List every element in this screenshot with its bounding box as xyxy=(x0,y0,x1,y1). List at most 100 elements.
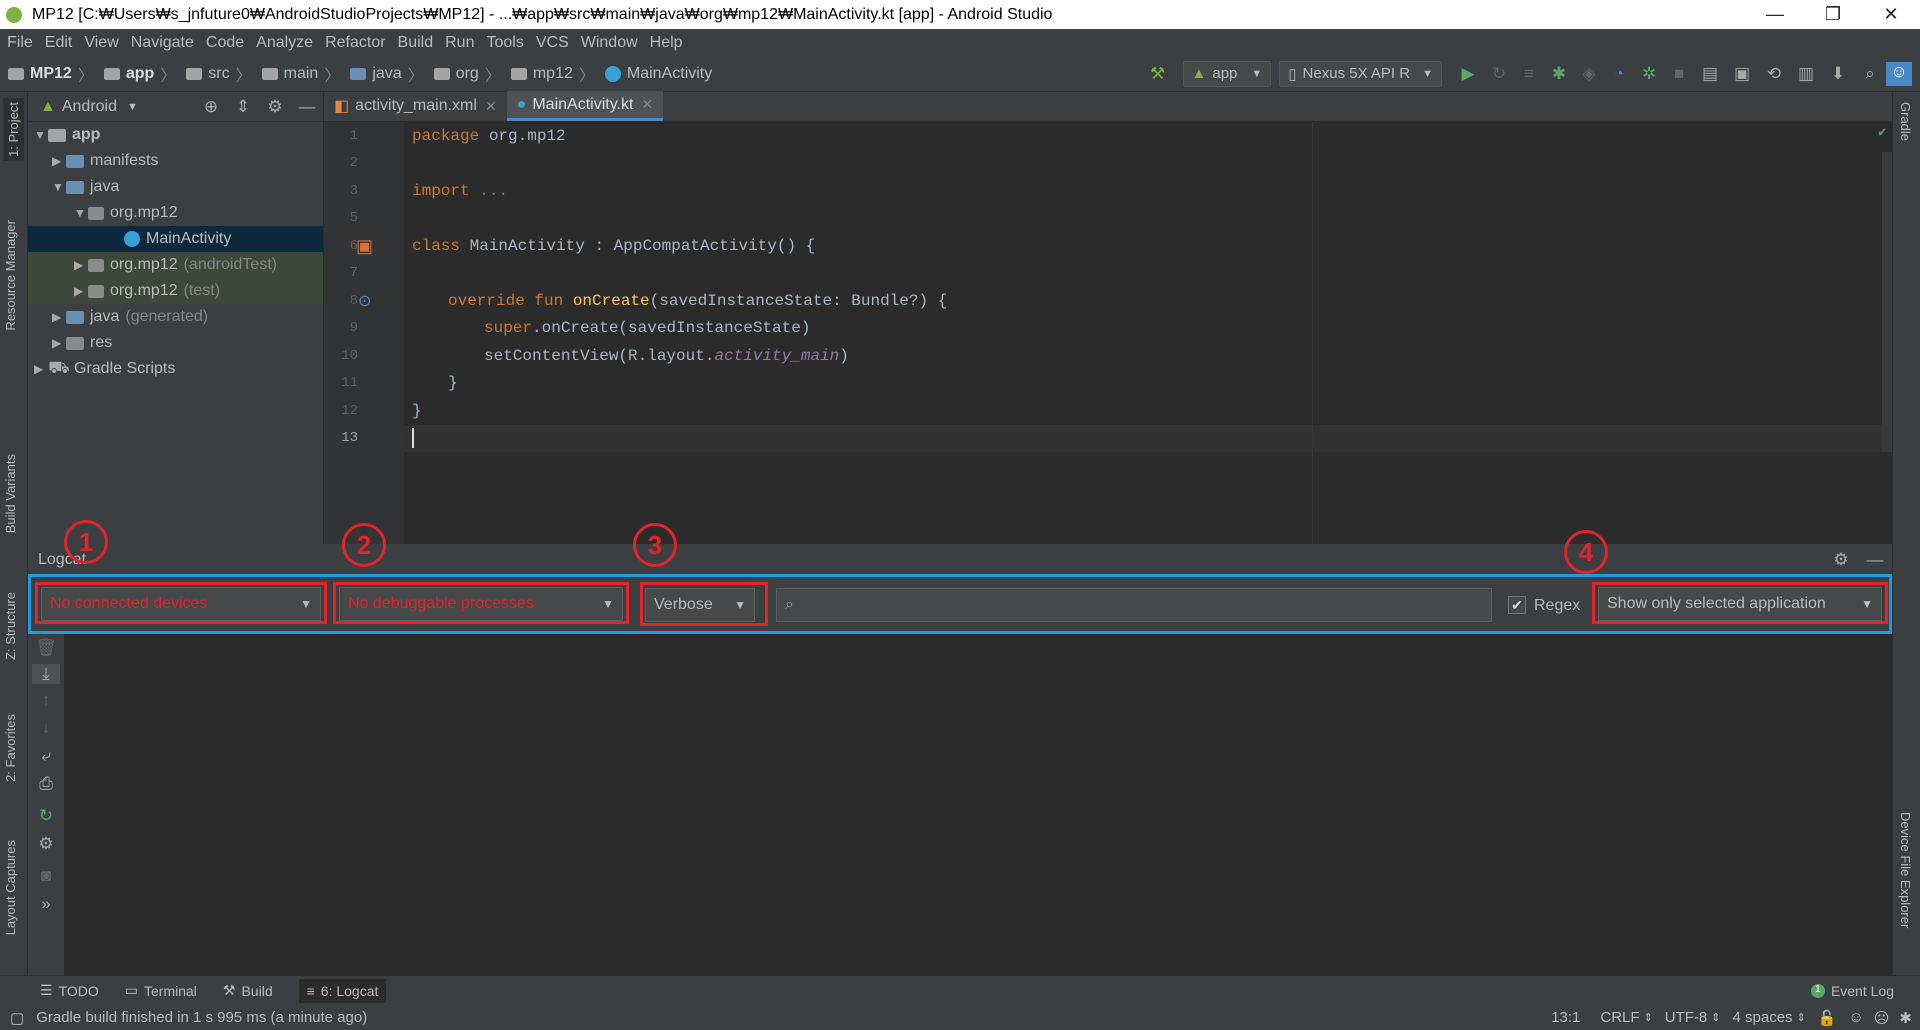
tab-gradle[interactable]: Gradle xyxy=(1898,102,1913,141)
tab-activity-main-xml[interactable]: ◧ activity_main.xml ✕ xyxy=(324,91,507,121)
status-toggle-icon[interactable]: ▢ xyxy=(10,1009,24,1027)
tab-device-file-explorer[interactable]: Device File Explorer xyxy=(1898,812,1913,928)
folded-imports[interactable]: ... xyxy=(470,182,508,200)
menu-file[interactable]: File xyxy=(7,34,33,52)
trash-icon[interactable]: 🗑 xyxy=(28,638,64,658)
menu-tools[interactable]: Tools xyxy=(486,34,523,52)
profile-icon[interactable]: ◔ xyxy=(1604,64,1634,84)
tab-build[interactable]: ⚒ Build xyxy=(223,982,273,999)
attach-debugger-icon[interactable]: ◈ xyxy=(1574,64,1604,84)
tab-logcat[interactable]: ≡ 6: Logcat xyxy=(298,978,387,1003)
sync-icon[interactable]: ⟲ xyxy=(1758,64,1790,84)
regex-checkbox[interactable]: ✔ xyxy=(1508,596,1526,614)
menu-build[interactable]: Build xyxy=(398,34,434,52)
tree-item-res[interactable]: ▶ res xyxy=(28,330,323,356)
tree-item-org-mp12-test[interactable]: ▶ org.mp12 (test) xyxy=(28,278,323,304)
tab-mainactivity-kt[interactable]: ● MainActivity.kt ✕ xyxy=(506,91,664,121)
menu-analyze[interactable]: Analyze xyxy=(256,34,313,52)
code-editor[interactable]: package org.mp12 import ... class MainAc… xyxy=(404,122,1892,544)
run-icon[interactable]: ▶ xyxy=(1452,64,1484,84)
avd-manager-icon[interactable]: ▣ xyxy=(1726,64,1758,84)
device-manager-icon[interactable]: ▥ xyxy=(1790,64,1822,84)
file-encoding[interactable]: UTF-8 xyxy=(1665,1009,1708,1026)
layout-gutter-icon[interactable]: ▣ xyxy=(356,236,373,257)
logcat-search-input[interactable]: ⌕ xyxy=(776,588,1492,622)
project-structure-icon[interactable]: ▤ xyxy=(1694,64,1726,84)
more-icon[interactable]: » xyxy=(28,894,64,914)
apply-code-changes-icon[interactable]: ≡ xyxy=(1514,64,1544,84)
breadcrumb-mp12[interactable]: MP12 〉 xyxy=(8,62,100,86)
menu-vcs[interactable]: VCS xyxy=(536,34,569,52)
editor-scrollbar[interactable] xyxy=(1882,152,1892,452)
hammer-build-icon[interactable]: ⚒ xyxy=(1141,64,1175,84)
arrow-up-icon[interactable]: ↑ xyxy=(28,690,64,710)
breadcrumb-app[interactable]: app 〉 xyxy=(103,62,182,86)
print-icon[interactable]: ⎙ xyxy=(28,774,64,794)
hide-icon[interactable]: — xyxy=(291,97,323,117)
locate-icon[interactable]: ⊕ xyxy=(195,97,227,117)
minimize-button[interactable]: — xyxy=(1746,4,1804,25)
tree-item-org-mp12-androidtest[interactable]: ▶ org.mp12 (androidTest) xyxy=(28,252,323,278)
indent-setting[interactable]: 4 spaces xyxy=(1733,1009,1793,1026)
menu-refactor[interactable]: Refactor xyxy=(325,34,385,52)
debug-attach-icon[interactable]: ✲ xyxy=(1634,64,1664,84)
breadcrumb-src[interactable]: src 〉 xyxy=(186,62,257,86)
tab-favorites[interactable]: 2: Favorites xyxy=(3,714,18,782)
close-icon[interactable]: ✕ xyxy=(641,96,653,113)
smile-icon[interactable]: ☺ xyxy=(1848,1009,1863,1026)
close-icon[interactable]: ✕ xyxy=(485,98,497,115)
tree-item-java-generated[interactable]: ▶ java (generated) xyxy=(28,304,323,330)
device-select[interactable]: ▯ Nexus 5X API R ▼ xyxy=(1279,60,1442,87)
camera-icon[interactable]: ◙ xyxy=(28,866,64,886)
soft-wrap-icon[interactable]: ⤶ xyxy=(28,746,64,766)
restore-button[interactable]: ❐ xyxy=(1804,4,1862,25)
search-icon[interactable]: ⌕ xyxy=(1854,64,1886,84)
project-view-select[interactable]: Android xyxy=(62,98,117,116)
breadcrumb-main[interactable]: main 〉 xyxy=(261,62,347,86)
tree-item-org-mp12[interactable]: ▼ org.mp12 xyxy=(28,200,323,226)
chevron-down-icon[interactable]: ▼ xyxy=(127,101,138,113)
breadcrumb-mp12-pkg[interactable]: mp12 〉 xyxy=(510,62,601,86)
tab-layout-captures[interactable]: Layout Captures xyxy=(3,840,18,935)
debug-icon[interactable]: ✱ xyxy=(1544,64,1574,84)
tab-resource-manager[interactable]: Resource Manager xyxy=(3,220,18,331)
arrow-down-icon[interactable]: ↓ xyxy=(28,718,64,738)
breadcrumb-java[interactable]: java 〉 xyxy=(350,62,429,86)
tab-event-log[interactable]: 1 Event Log xyxy=(1810,983,1894,999)
tree-item-java[interactable]: ▼ java xyxy=(28,174,323,200)
tree-item-manifests[interactable]: ▶ manifests xyxy=(28,148,323,174)
run-config-select[interactable]: ▲ app ▼ xyxy=(1182,60,1272,87)
gear-icon[interactable]: ⚙ xyxy=(28,834,64,854)
tree-item-app[interactable]: ▼ app xyxy=(28,122,323,148)
tab-structure[interactable]: Z: Structure xyxy=(3,592,18,660)
lock-icon[interactable]: 🔓 xyxy=(1818,1009,1837,1027)
restart-icon[interactable]: ↻ xyxy=(28,806,64,826)
logcat-output[interactable] xyxy=(64,634,1892,975)
gear-icon[interactable]: ⚙ xyxy=(1824,550,1858,570)
tab-build-variants[interactable]: Build Variants xyxy=(3,454,18,533)
stop-icon[interactable]: ■ xyxy=(1664,64,1694,84)
menu-window[interactable]: Window xyxy=(581,34,638,52)
gear-icon[interactable]: ⚙ xyxy=(259,97,291,117)
hide-icon[interactable]: — xyxy=(1858,550,1892,570)
apply-changes-icon[interactable]: ↻ xyxy=(1484,64,1514,84)
tab-project[interactable]: 1: Project xyxy=(3,98,24,161)
breadcrumb-org[interactable]: org 〉 xyxy=(433,62,507,86)
line-separator[interactable]: CRLF xyxy=(1600,1009,1639,1026)
menu-navigate[interactable]: Navigate xyxy=(131,34,194,52)
tree-item-gradle-scripts[interactable]: ▶ ⛟ Gradle Scripts xyxy=(28,356,323,382)
menu-code[interactable]: Code xyxy=(206,34,244,52)
menu-help[interactable]: Help xyxy=(650,34,683,52)
tab-terminal[interactable]: ▭ Terminal xyxy=(125,982,197,999)
inspector-icon[interactable]: ✱ xyxy=(1899,1009,1912,1027)
caret-position[interactable]: 13:1 xyxy=(1551,1009,1580,1026)
menu-run[interactable]: Run xyxy=(445,34,474,52)
breadcrumb-mainactivity[interactable]: MainActivity xyxy=(604,65,712,83)
override-gutter-icon[interactable]: ⊙ xyxy=(358,291,371,311)
tab-todo[interactable]: ☰ TODO xyxy=(40,982,99,999)
sdk-manager-icon[interactable]: ⬇ xyxy=(1822,64,1854,84)
menu-view[interactable]: View xyxy=(84,34,118,52)
frown-icon[interactable]: ☹ xyxy=(1874,1009,1890,1027)
close-window-button[interactable]: ✕ xyxy=(1862,4,1920,25)
menu-edit[interactable]: Edit xyxy=(45,34,73,52)
